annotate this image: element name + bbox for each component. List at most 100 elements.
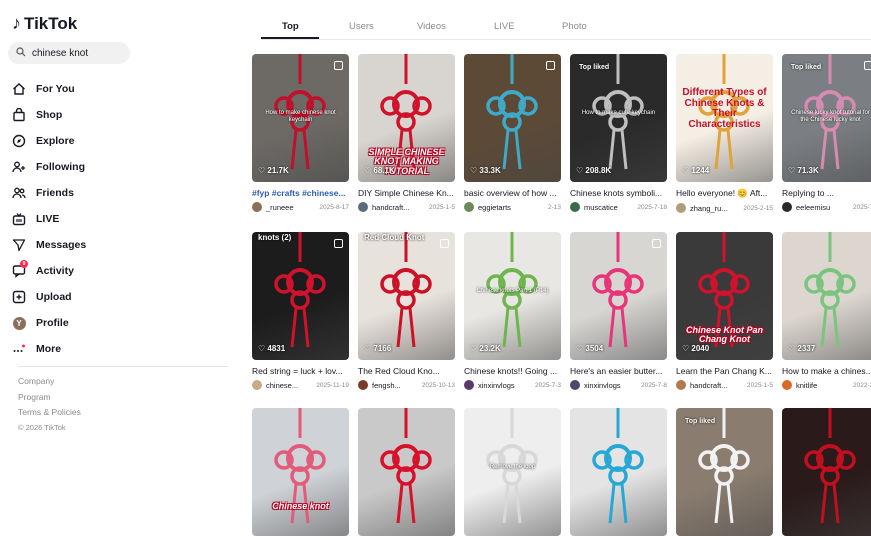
tab-top[interactable]: Top [282,21,299,32]
video-description[interactable]: Chinese knots!! Going ... [464,366,561,376]
post-date: 2025-8-17 [319,203,349,211]
video-description[interactable]: DIY Simple Chinese Kn... [358,188,455,198]
username[interactable]: chinese... [266,381,298,390]
username[interactable]: zhang_ru... [690,204,728,213]
avatar[interactable] [782,380,792,390]
video-description[interactable]: Replying to ... [782,188,871,198]
video-thumbnail[interactable]: 3504 [570,232,667,360]
username[interactable]: eeleemisu [796,203,830,212]
sidebar-item-friends[interactable]: Friends [10,180,86,206]
video-description[interactable]: The Red Cloud Kno... [358,366,455,376]
paper-plane-icon [10,237,28,253]
avatar[interactable] [464,202,474,212]
tab-photo[interactable]: Photo [562,21,587,32]
video-thumbnail[interactable]: Red Cloud Knot 7166 [358,232,455,360]
sidebar-item-shop[interactable]: Shop [10,102,86,128]
live-tv-icon [10,211,28,227]
avatar[interactable] [358,202,368,212]
video-thumbnail[interactable]: Top liked How to make cute keychain 208.8K [570,54,667,182]
username[interactable]: handcraft... [372,203,410,212]
video-thumbnail[interactable]: Remove the loop [464,408,561,536]
footer-link-program[interactable]: Program [18,392,81,408]
video-thumbnail[interactable] [358,408,455,536]
username[interactable]: xinxinvlogs [584,381,621,390]
username[interactable]: xinxinvlogs [478,381,515,390]
video-card[interactable]: 3504 Here's an easier butter... xinxinvlog… [570,232,667,390]
username[interactable]: eggietarts [478,203,511,212]
username[interactable]: _runeee [266,203,294,212]
sidebar-item-more[interactable]: More [10,336,86,362]
compass-icon [10,133,28,149]
video-card[interactable]: SIMPLE CHINESE KNOT MAKING TUTORIAL68.1K… [358,54,455,212]
video-description[interactable]: #fyp #crafts #chinese... [252,188,349,198]
video-thumbnail[interactable]: Different Types of Chinese Knots & Their… [676,54,773,182]
sidebar-item-for-you[interactable]: For You [10,76,86,102]
footer-link-company[interactable]: Company [18,376,81,392]
video-thumbnail[interactable]: Chinese knot [252,408,349,536]
sidebar-item-live[interactable]: LIVE [10,206,86,232]
video-thumbnail[interactable] [570,408,667,536]
video-card[interactable]: Top liked How to make cute keychain 208.8K… [570,54,667,212]
video-card[interactable]: Top liked [676,408,773,536]
video-description[interactable]: How to make a chines... [782,366,871,376]
video-thumbnail[interactable]: Top liked [676,408,773,536]
video-thumbnail[interactable]: knots (2) 4831 [252,232,349,360]
sidebar-item-profile[interactable]: Y Profile [10,310,86,336]
video-card[interactable]: Remove the loop [464,408,561,536]
video-description[interactable]: Learn the Pan Chang K... [676,366,773,376]
video-card[interactable]: Chinese knots Part 1 (P14)23.2K Chinese k… [464,232,561,390]
avatar[interactable] [464,380,474,390]
video-thumbnail[interactable]: 33.3K [464,54,561,182]
search-input[interactable]: chinese knot [8,42,130,64]
video-card[interactable]: Chinese knot [252,408,349,536]
avatar[interactable] [676,380,686,390]
video-thumbnail[interactable]: Chinese Knot Pan Chang Knot2040 [676,232,773,360]
video-thumbnail[interactable] [782,408,871,536]
avatar[interactable] [782,202,792,212]
video-card[interactable] [358,408,455,536]
video-description[interactable]: Red string = luck + lov... [252,366,349,376]
video-card[interactable]: Red Cloud Knot 7166 The Red Cloud Kno... fe… [358,232,455,390]
video-card[interactable]: Top liked Chinese lucky knot tutorial for… [782,54,871,212]
video-card[interactable]: 2337 How to make a chines... knitlife 2022-… [782,232,871,390]
video-description[interactable]: Hello everyone! 😊 Aft... [676,188,773,199]
avatar[interactable] [252,202,262,212]
username[interactable]: handcraft... [690,381,728,390]
sidebar-item-explore[interactable]: Explore [10,128,86,154]
sidebar-item-messages[interactable]: Messages [10,232,86,258]
video-description[interactable]: Here's an easier butter... [570,366,667,376]
avatar[interactable] [570,202,580,212]
video-description[interactable]: Chinese knots symboli... [570,188,667,198]
video-card[interactable]: How to make chinese knot keychain 21.7K #f… [252,54,349,212]
avatar[interactable] [358,380,368,390]
video-thumbnail[interactable]: 2337 [782,232,871,360]
video-description[interactable]: basic overview of how ... [464,188,561,198]
tab-videos[interactable]: Videos [417,21,446,32]
video-thumbnail[interactable]: Top liked Chinese lucky knot tutorial for… [782,54,871,182]
footer-link-terms[interactable]: Terms & Policies [18,407,81,423]
video-card[interactable]: Chinese Knot Pan Chang Knot2040 Learn the… [676,232,773,390]
tab-users[interactable]: Users [349,21,374,32]
sidebar-item-following[interactable]: Following [10,154,86,180]
username[interactable]: muscatice [584,203,618,212]
video-thumbnail[interactable]: SIMPLE CHINESE KNOT MAKING TUTORIAL68.1K [358,54,455,182]
sidebar-item-activity[interactable]: 9 Activity [10,258,86,284]
thumbnail-caption-text: How to make chinese knot keychain [265,110,336,123]
tab-live[interactable]: LIVE [494,21,515,32]
video-card[interactable]: Different Types of Chinese Knots & Their… [676,54,773,213]
avatar[interactable] [252,380,262,390]
like-count: 33.3K [470,166,500,175]
avatar[interactable] [570,380,580,390]
username[interactable]: knitlife [796,381,817,390]
video-card[interactable]: 33.3K basic overview of how ... eggietarts… [464,54,561,212]
video-card[interactable]: knots (2) 4831 Red string = luck + lov... c… [252,232,349,390]
video-thumbnail[interactable]: Chinese knots Part 1 (P14) 23.2K [464,232,561,360]
tiktok-logo[interactable]: ♪ TikTok [12,13,77,34]
video-thumbnail[interactable]: How to make chinese knot keychain 21.7K [252,54,349,182]
sidebar-item-upload[interactable]: Upload [10,284,86,310]
video-card[interactable] [570,408,667,536]
username[interactable]: fengsh... [372,381,401,390]
video-card[interactable] [782,408,871,536]
avatar[interactable] [676,203,686,213]
sidebar-nav: For You Shop Explore Following Friends LIVE Me… [10,76,86,362]
